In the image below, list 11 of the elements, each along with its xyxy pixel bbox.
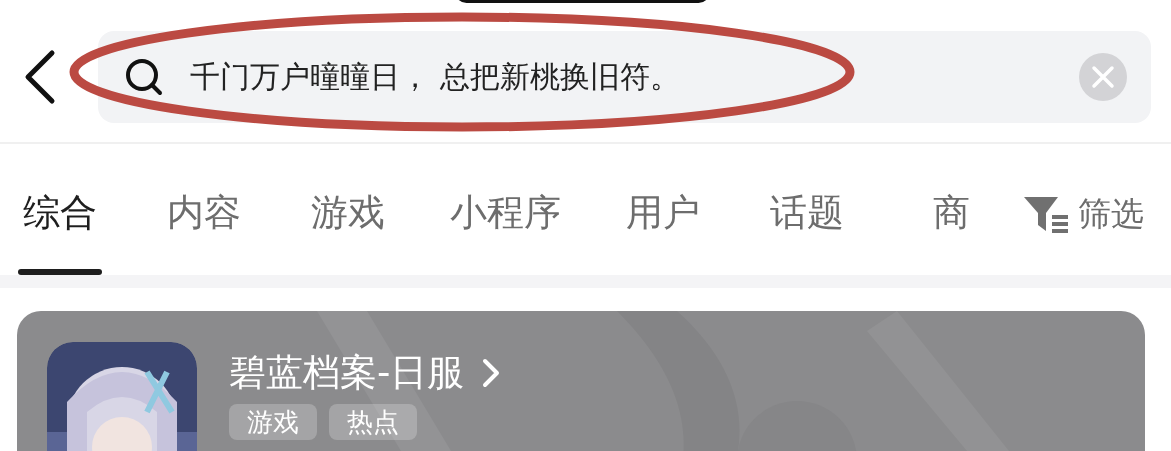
tab[interactable]: 用户 [621, 144, 705, 275]
tab[interactable]: 内容 [162, 144, 246, 275]
close-icon [1091, 65, 1115, 89]
tab[interactable]: 话题 [765, 144, 849, 275]
search-icon [124, 57, 164, 97]
search-input[interactable]: 千门万户曈曈日， 总把新桃换旧符。 [190, 59, 1053, 95]
tab[interactable]: 游戏 [306, 144, 390, 275]
tab[interactable]: 商 [909, 144, 993, 275]
tab[interactable]: 综合 [18, 144, 102, 275]
search-field[interactable]: 千门万户曈曈日， 总把新桃换旧符。 [98, 31, 1151, 123]
tab[interactable]: 小程序 [450, 144, 561, 275]
